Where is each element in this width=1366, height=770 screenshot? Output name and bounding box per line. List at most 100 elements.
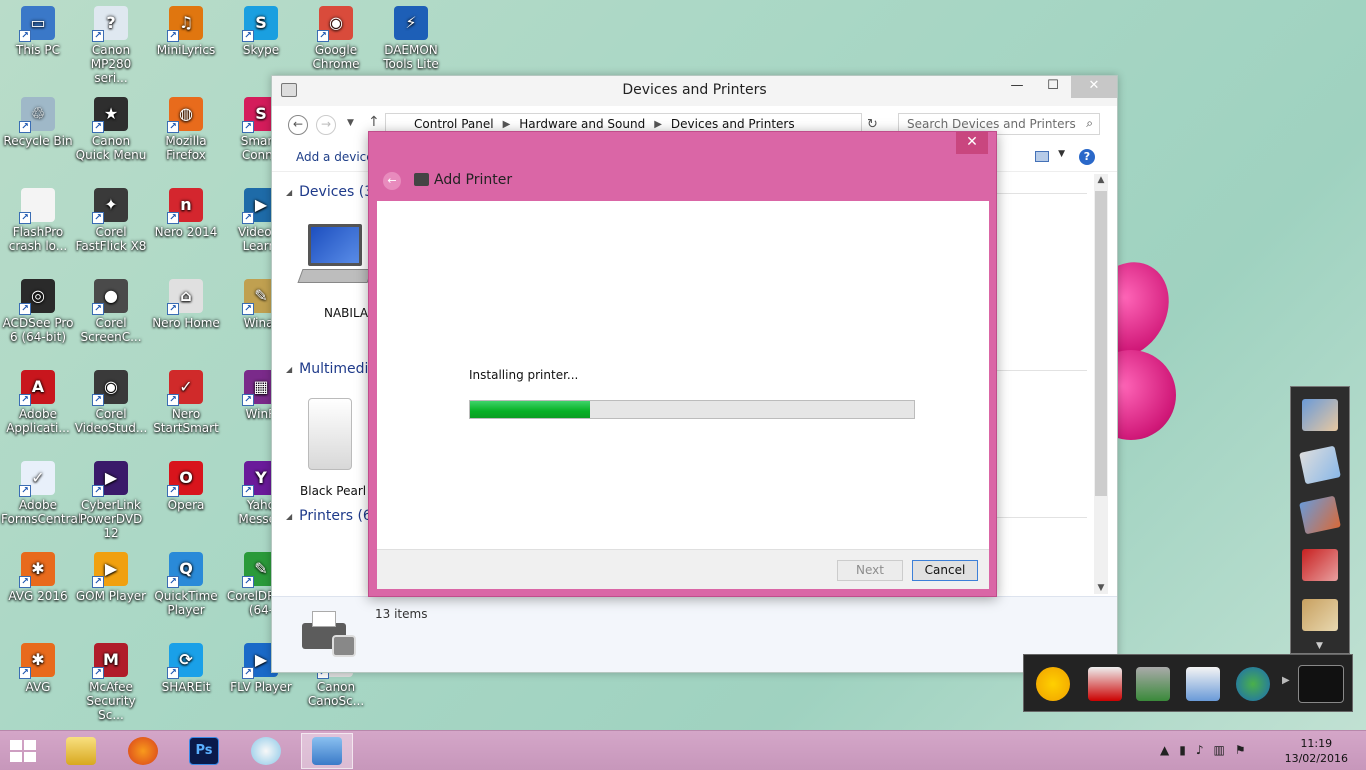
desktop-icon-label: CyberLink PowerDVD 12	[79, 498, 143, 540]
tray-chevron-icon[interactable]: ▶	[1282, 675, 1290, 686]
desktop-icon[interactable]: n ↗ Nero 2014	[149, 188, 223, 239]
desktop-icon[interactable]: O ↗ Opera	[149, 461, 223, 512]
next-button[interactable]: Next	[837, 560, 903, 581]
desktop-icon[interactable]: ▭ ↗ This PC	[1, 6, 75, 57]
desktop-icon-label: ACDSee Pro 6 (64-bit)	[2, 316, 74, 344]
system-tray-icons[interactable]: ▲▮♪▥⚑	[1160, 743, 1256, 757]
control-panel-icon[interactable]	[301, 733, 353, 769]
printer-user-icon[interactable]	[1136, 667, 1170, 701]
desktop-icon-label: Corel ScreenC...	[80, 316, 142, 344]
add-device-button[interactable]: Add a device	[296, 150, 374, 164]
desktop-icon[interactable]: A ↗ Adobe Applicati...	[1, 370, 75, 435]
app-icon: Q ↗	[167, 552, 203, 588]
desktop-icon[interactable]: ★ ↗ Canon Quick Menu	[74, 97, 148, 162]
side-gadget-panel[interactable]: ▼	[1290, 386, 1350, 654]
shortcut-arrow-icon: ↗	[92, 121, 104, 133]
paint-icon[interactable]	[240, 733, 292, 769]
taskbar-clock[interactable]: 11:19 13/02/2016	[1285, 736, 1348, 766]
desktop-icon[interactable]: ✦ ↗ Corel FastFlick X8	[74, 188, 148, 253]
desktop-icon[interactable]: ◍ ↗ Mozilla Firefox	[149, 97, 223, 162]
desktop-icon-label: Corel VideoStud...	[74, 407, 148, 435]
search-icon[interactable]: ⌕	[1086, 116, 1093, 131]
desktop-icon[interactable]: ◉ ↗ Corel VideoStud...	[74, 370, 148, 435]
help-icon[interactable]: ?	[1079, 149, 1095, 165]
close-button[interactable]: ✕	[1071, 76, 1117, 98]
maximize-button[interactable]: ☐	[1035, 76, 1071, 98]
breadcrumb-control-panel[interactable]: Control Panel	[414, 117, 494, 131]
laptop-device-icon[interactable]	[297, 224, 373, 304]
media-device-icon[interactable]	[308, 398, 352, 470]
tray-overflow-popup[interactable]: ▶	[1023, 654, 1353, 712]
desktop-icon[interactable]: ✱ ↗ AVG 2016	[1, 552, 75, 603]
photo-icon[interactable]	[1299, 495, 1341, 535]
desktop-icon[interactable]: ▶ ↗ CyberLink PowerDVD 12	[74, 461, 148, 540]
desktop-icon[interactable]: M ↗ McAfee Security Sc...	[74, 643, 148, 722]
photo-gallery-icon[interactable]	[1302, 399, 1338, 431]
dialog-close-button[interactable]: ✕	[956, 132, 988, 154]
photo-frame-icon[interactable]	[1302, 549, 1338, 581]
network-help-icon[interactable]	[1236, 667, 1270, 701]
scroll-down-arrow-icon[interactable]: ▼	[1094, 583, 1108, 593]
breadcrumb-devices-printers[interactable]: Devices and Printers	[671, 117, 795, 131]
desktop-icon[interactable]: ? ↗ Canon MP280 seri...	[74, 6, 148, 85]
group-devices[interactable]: ◢ Devices (3)	[286, 184, 379, 200]
window-titlebar[interactable]: Devices and Printers — ☐ ✕	[272, 76, 1117, 106]
desktop-icon-label: Canon MP280 seri...	[90, 43, 132, 85]
photo-frame-icon[interactable]	[1302, 599, 1338, 631]
desktop-icon[interactable]: ⌂ ↗ Nero Home	[149, 279, 223, 330]
shortcut-arrow-icon: ↗	[167, 121, 179, 133]
back-arrow-icon[interactable]: ←	[383, 172, 401, 190]
add-printer-dialog[interactable]: ✕ ← Add Printer Installing printer... Ne…	[368, 131, 997, 597]
wifi-icon[interactable]	[1036, 667, 1070, 701]
desktop-icon[interactable]: S ↗ Skype	[224, 6, 298, 57]
desktop-icon[interactable]: ⚡ DAEMON Tools Lite	[374, 6, 448, 71]
shopping-cart-icon[interactable]	[1088, 667, 1122, 701]
up-arrow-icon[interactable]: ↑	[368, 114, 380, 130]
cancel-button[interactable]: Cancel	[912, 560, 978, 581]
shortcut-arrow-icon: ↗	[242, 576, 254, 588]
expand-chevron-icon[interactable]: ▼	[1316, 641, 1323, 651]
recent-locations-chevron-icon[interactable]: ▼	[347, 118, 354, 128]
windows-start-icon[interactable]	[10, 740, 40, 764]
scroll-up-arrow-icon[interactable]: ▲	[1094, 175, 1108, 185]
view-dropdown-chevron-icon[interactable]: ▼	[1058, 149, 1065, 159]
group-multimedia[interactable]: ◢ Multimedia	[286, 361, 377, 377]
collapse-triangle-icon[interactable]: ◢	[286, 365, 292, 374]
desktop-icon[interactable]: ✱ ↗ AVG	[1, 643, 75, 694]
scrollbar-thumb[interactable]	[1095, 191, 1107, 496]
desktop-icon[interactable]: ✓ ↗ Adobe FormsCentral	[1, 461, 81, 526]
desktop-icon-label: AVG	[25, 680, 51, 694]
back-arrow-icon[interactable]: ←	[288, 115, 308, 135]
desktop-icon[interactable]: ↗ FlashPro crash lo...	[1, 188, 75, 253]
desktop-icon[interactable]: ⟳ ↗ SHAREit	[149, 643, 223, 694]
keyboard-icon[interactable]	[1298, 665, 1344, 703]
device-label-nabila[interactable]: NABILA	[324, 306, 368, 320]
shortcut-arrow-icon: ↗	[242, 121, 254, 133]
desktop-icon[interactable]: ● ↗ Corel ScreenC...	[74, 279, 148, 344]
desktop-icon[interactable]: ▶ ↗ GOM Player	[74, 552, 148, 603]
change-view-icon[interactable]	[1035, 151, 1049, 162]
shortcut-arrow-icon: ↗	[19, 30, 31, 42]
desktop-icon[interactable]: ♲ ↗ Recycle Bin	[1, 97, 75, 148]
minimize-button[interactable]: —	[999, 76, 1035, 98]
breadcrumb-chevron-icon[interactable]: ▶	[503, 119, 511, 130]
group-printers[interactable]: ◢ Printers (6)	[286, 508, 377, 524]
help-documents-icon[interactable]	[1186, 667, 1220, 701]
desktop-icon[interactable]: Q ↗ QuickTime Player	[149, 552, 223, 617]
desktop-icon[interactable]: ✓ ↗ Nero StartSmart	[149, 370, 223, 435]
collapse-triangle-icon[interactable]: ◢	[286, 512, 292, 521]
collapse-triangle-icon[interactable]: ◢	[286, 188, 292, 197]
breadcrumb-hardware-sound[interactable]: Hardware and Sound	[519, 117, 645, 131]
breadcrumb-chevron-icon[interactable]: ▶	[654, 119, 662, 130]
file-explorer-icon[interactable]	[55, 733, 107, 769]
refresh-icon[interactable]: ↻	[867, 117, 878, 132]
shortcut-arrow-icon: ↗	[167, 485, 179, 497]
photo-icon[interactable]	[1299, 445, 1341, 485]
photoshop-icon[interactable]: Ps	[178, 733, 230, 769]
desktop-icon[interactable]: ♫ ↗ MiniLyrics	[149, 6, 223, 57]
forward-arrow-icon[interactable]: →	[316, 115, 336, 135]
firefox-icon[interactable]	[117, 733, 169, 769]
vertical-scrollbar[interactable]: ▲ ▼	[1094, 174, 1108, 594]
desktop-icon[interactable]: ◎ ↗ ACDSee Pro 6 (64-bit)	[1, 279, 75, 344]
desktop-icon[interactable]: ◉ ↗ Google Chrome	[299, 6, 373, 71]
